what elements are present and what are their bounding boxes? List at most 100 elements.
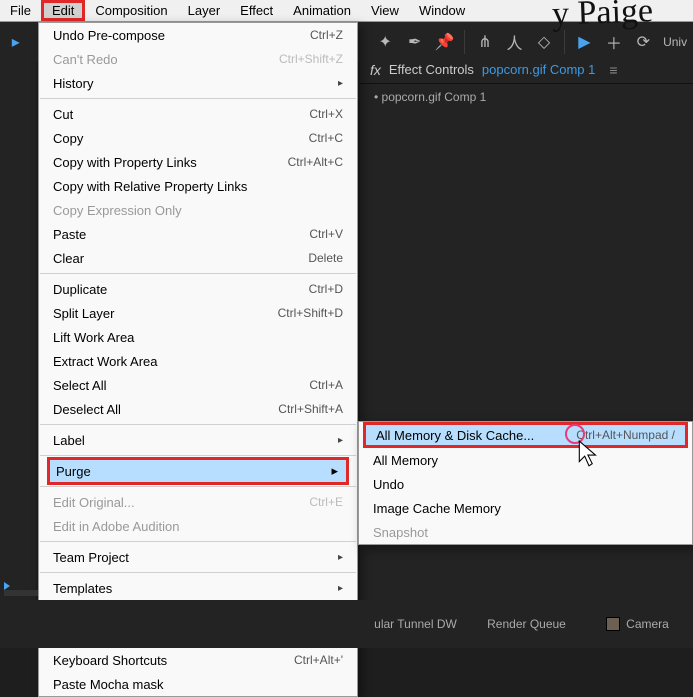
- menu-item-label: Duplicate: [53, 282, 107, 297]
- menu-item-copy-with-relative-property-links[interactable]: Copy with Relative Property Links: [39, 174, 357, 198]
- menu-separator: [40, 486, 356, 487]
- menu-separator: [40, 424, 356, 425]
- menu-shortcut: Ctrl+Alt+C: [288, 155, 343, 169]
- timeline-scrubber[interactable]: [4, 590, 38, 596]
- selection-tool-icon[interactable]: ▸: [6, 31, 25, 53]
- menu-view[interactable]: View: [361, 1, 409, 20]
- menu-item-cut[interactable]: CutCtrl+X: [39, 102, 357, 126]
- menu-item-label: Can't Redo: [53, 52, 118, 67]
- submenu-item-undo[interactable]: Undo: [359, 472, 692, 496]
- menu-item-label: Label: [53, 433, 85, 448]
- menu-item-team-project[interactable]: Team Project ▸: [39, 545, 357, 569]
- footer-tab-camera[interactable]: Camera: [582, 617, 693, 632]
- menu-item-label: Purge: [56, 464, 91, 479]
- menu-file[interactable]: File: [0, 1, 41, 20]
- menu-edit[interactable]: Edit: [41, 0, 85, 21]
- menu-item-label[interactable]: Label ▸: [39, 428, 357, 452]
- submenu-item-label: Undo: [373, 477, 404, 492]
- edit-menu-dropdown: Undo Pre-composeCtrl+Z Can't Redo Ctrl+Shi…: [38, 22, 358, 697]
- menu-item-label: Select All: [53, 378, 106, 393]
- menu-shortcut: Ctrl+Shift+A: [278, 402, 343, 416]
- puppet-icon[interactable]: 人: [505, 31, 524, 53]
- menu-item-lift-work-area[interactable]: Lift Work Area: [39, 325, 357, 349]
- pen-tool-icon[interactable]: ✒: [405, 31, 424, 53]
- menu-separator: [40, 541, 356, 542]
- add-icon[interactable]: ＋: [604, 31, 623, 53]
- menu-shortcut: Ctrl+Shift+Z: [279, 52, 343, 66]
- submenu-item-image-cache-memory[interactable]: Image Cache Memory: [359, 496, 692, 520]
- menu-item-copy[interactable]: CopyCtrl+C: [39, 126, 357, 150]
- menu-composition[interactable]: Composition: [85, 1, 177, 20]
- menu-item-purge[interactable]: Purge ▸: [47, 457, 349, 485]
- menu-item-duplicate[interactable]: DuplicateCtrl+D: [39, 277, 357, 301]
- submenu-item-label: Image Cache Memory: [373, 501, 501, 516]
- menu-item-select-all[interactable]: Select All Ctrl+A: [39, 373, 357, 397]
- tab-effect-controls[interactable]: Effect Controls: [389, 62, 474, 77]
- menu-shortcut: Ctrl+E: [309, 495, 343, 509]
- menu-item-label: Lift Work Area: [53, 330, 134, 345]
- footer-tabs: ular Tunnel DW Render Queue Camera: [0, 600, 693, 648]
- axis-icon[interactable]: ⋔: [475, 31, 494, 53]
- menu-item-keyboard-shortcuts[interactable]: Keyboard Shortcuts Ctrl+Alt+': [39, 648, 357, 672]
- menu-item-paste[interactable]: Paste Ctrl+V: [39, 222, 357, 246]
- submenu-item-all-memory[interactable]: All Memory: [359, 448, 692, 472]
- menu-item-label: Edit in Adobe Audition: [53, 519, 180, 534]
- menu-item-copy-with-property-links[interactable]: Copy with Property Links Ctrl+Alt+C: [39, 150, 357, 174]
- menu-item-history[interactable]: History▸: [39, 71, 357, 95]
- submenu-arrow-icon: ▸: [338, 435, 343, 446]
- submenu-item-all-memory-disk-cache-[interactable]: All Memory & Disk Cache...Ctrl+Alt+Numpa…: [363, 422, 688, 448]
- menu-shortcut: Ctrl+A: [309, 378, 343, 392]
- play-icon[interactable]: ▶: [575, 31, 594, 53]
- clone-tool-icon[interactable]: ✦: [375, 31, 394, 53]
- submenu-arrow-icon: ▸: [338, 552, 343, 563]
- menu-item-label: Cut: [53, 107, 73, 122]
- menu-item-label: Team Project: [53, 550, 129, 565]
- submenu-item-snapshot: Snapshot: [359, 520, 692, 544]
- menu-item-label: Split Layer: [53, 306, 114, 321]
- menu-item-label: Copy with Relative Property Links: [53, 179, 247, 194]
- menu-item-copy-expression-only: Copy Expression Only: [39, 198, 357, 222]
- menu-item-label: Copy with Property Links: [53, 155, 197, 170]
- menu-item-edit-in-adobe-audition: Edit in Adobe Audition: [39, 514, 357, 538]
- effect-controls-tabbar: fx Effect Controls popcorn.gif Comp 1 ≡: [360, 56, 693, 84]
- menu-separator: [40, 273, 356, 274]
- submenu-item-label: All Memory & Disk Cache...: [376, 428, 534, 443]
- menu-item-label: Templates: [53, 581, 112, 596]
- menu-item-label: Paste: [53, 227, 86, 242]
- menu-item-templates[interactable]: Templates ▸: [39, 576, 357, 600]
- panel-menu-icon[interactable]: ≡: [609, 62, 617, 78]
- menu-shortcut: Ctrl+V: [309, 227, 343, 241]
- menu-item-deselect-all[interactable]: Deselect All Ctrl+Shift+A: [39, 397, 357, 421]
- menu-window[interactable]: Window: [409, 1, 475, 20]
- pin-tool-icon[interactable]: 📌: [434, 31, 454, 53]
- menu-shortcut: Ctrl+Alt+': [294, 653, 343, 667]
- menu-item-extract-work-area[interactable]: Extract Work Area: [39, 349, 357, 373]
- menu-animation[interactable]: Animation: [283, 1, 361, 20]
- null-icon[interactable]: ◇: [534, 31, 553, 53]
- menu-item-can-t-redo: Can't Redo Ctrl+Shift+Z: [39, 47, 357, 71]
- menu-separator: [40, 98, 356, 99]
- menu-shortcut: Delete: [308, 251, 343, 265]
- menu-item-undo-pre-compose[interactable]: Undo Pre-composeCtrl+Z: [39, 23, 357, 47]
- submenu-item-label: All Memory: [373, 453, 438, 468]
- menu-layer[interactable]: Layer: [178, 1, 231, 20]
- menu-item-split-layer[interactable]: Split Layer Ctrl+Shift+D: [39, 301, 357, 325]
- breadcrumb: • popcorn.gif Comp 1: [360, 84, 693, 110]
- footer-tab-render-queue[interactable]: Render Queue: [471, 617, 582, 631]
- menu-item-label: Deselect All: [53, 402, 121, 417]
- menu-effect[interactable]: Effect: [230, 1, 283, 20]
- toolbar-separator: [564, 30, 565, 54]
- menu-shortcut: Ctrl+Shift+D: [278, 306, 343, 320]
- footer-tab-tunnel[interactable]: ular Tunnel DW: [360, 617, 471, 631]
- rotate-icon[interactable]: ⟳: [634, 31, 653, 53]
- purge-submenu: All Memory & Disk Cache...Ctrl+Alt+Numpa…: [358, 421, 693, 545]
- submenu-arrow-icon: ▸: [338, 583, 343, 594]
- menu-separator: [40, 455, 356, 456]
- universal-label[interactable]: Univ: [663, 31, 687, 53]
- menu-item-paste-mocha-mask[interactable]: Paste Mocha mask: [39, 672, 357, 696]
- menu-item-clear[interactable]: ClearDelete: [39, 246, 357, 270]
- submenu-arrow-icon: ▸: [331, 463, 338, 479]
- menu-item-label: History: [53, 76, 93, 91]
- menu-item-label: Keyboard Shortcuts: [53, 653, 167, 668]
- doc-link[interactable]: popcorn.gif Comp 1: [482, 62, 595, 77]
